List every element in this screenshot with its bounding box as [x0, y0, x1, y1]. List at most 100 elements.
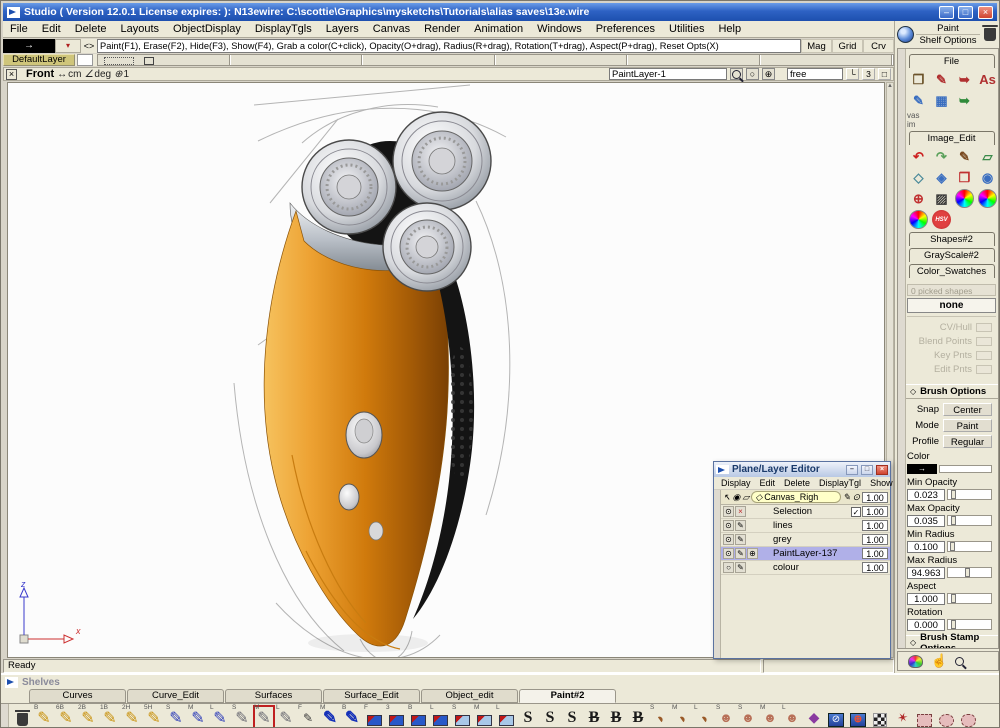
shelf-tool[interactable]: M✎	[253, 705, 275, 728]
shelf-tool[interactable]	[957, 705, 979, 728]
palette-icon[interactable]	[908, 655, 923, 668]
menu-item[interactable]: Edit	[760, 478, 776, 488]
shelf-tool[interactable]: F✎	[297, 705, 319, 728]
shelf-tool[interactable]: F	[363, 705, 385, 728]
shelf-title[interactable]: Paint	[916, 23, 980, 35]
prompt-input[interactable]	[97, 39, 801, 53]
corner-button[interactable]: └	[846, 68, 859, 80]
shelf-slot[interactable]	[628, 55, 761, 65]
shelf-slot[interactable]	[761, 55, 894, 65]
slider-track[interactable]	[947, 593, 992, 604]
menu-item[interactable]: Display	[721, 478, 751, 488]
slider-thumb[interactable]	[950, 542, 955, 551]
shelf-tool[interactable]: M✎	[319, 705, 341, 728]
target-icon[interactable]: ◉	[733, 492, 741, 503]
selection-circle-icon[interactable]: ○	[746, 68, 759, 80]
shelf-tool[interactable]: S✎	[231, 705, 253, 728]
pan-icon[interactable]: ⊕	[762, 68, 775, 80]
tool-dropdown-button[interactable]: ▾	[55, 39, 81, 53]
panel-icon[interactable]: ↶	[907, 146, 930, 167]
layer-opacity[interactable]: 1.00	[862, 562, 888, 573]
trash-icon[interactable]	[984, 28, 996, 41]
panel-icon[interactable]: ◈	[930, 167, 953, 188]
shelf-tool[interactable]: S☻	[737, 705, 759, 728]
minimize-button[interactable]: –	[939, 6, 954, 19]
layer-opacity[interactable]: 1.00	[862, 534, 888, 545]
panel-icon[interactable]	[955, 189, 974, 208]
layer-row-selected[interactable]: ⊙ ✎ ⊕ PaintLayer-137 1.00	[721, 547, 890, 561]
menu-item[interactable]: Layers	[319, 22, 366, 36]
brush-option-value[interactable]: Center	[943, 403, 992, 416]
globe-icon[interactable]	[897, 26, 914, 43]
eye-closed-icon[interactable]: ○	[723, 562, 734, 573]
shelf-tool[interactable]: S	[517, 705, 539, 728]
shelf-tool[interactable]	[869, 705, 891, 728]
zoom-icon[interactable]	[730, 68, 743, 80]
panel-icon[interactable]: ✎	[953, 146, 976, 167]
slider-track[interactable]	[947, 567, 992, 578]
eye-icon[interactable]: ⊙	[723, 520, 734, 531]
shelves-titlebar[interactable]: Shelves	[1, 675, 1000, 689]
shelf-tool[interactable]: S	[561, 705, 583, 728]
panel-icon[interactable]: ▱	[976, 146, 999, 167]
page-button[interactable]: 3	[862, 68, 875, 80]
collapse-icon[interactable]: ◇	[910, 387, 916, 396]
shelf-tool[interactable]: S	[451, 705, 473, 728]
canvas-opacity[interactable]: 1.00	[862, 492, 888, 503]
layer-row[interactable]: ⊙ ✎ grey 1.00	[721, 533, 890, 547]
eye-icon[interactable]: ⊙	[723, 506, 734, 517]
shelf-tool[interactable]: M✎	[187, 705, 209, 728]
shelf-tool[interactable]: S☻	[715, 705, 737, 728]
slider-track[interactable]	[947, 489, 992, 500]
menu-item[interactable]: Help	[711, 22, 748, 36]
layer-editor-titlebar[interactable]: Plane/Layer Editor – □ ×	[714, 462, 890, 477]
menu-item[interactable]: DisplayTgls	[248, 22, 319, 36]
shelf-tool[interactable]: L☻	[781, 705, 803, 728]
shelf-tool[interactable]: ⊘	[825, 705, 847, 728]
color-slider[interactable]	[939, 465, 992, 473]
slider-track[interactable]	[947, 619, 992, 630]
shelf-tool[interactable]	[935, 705, 957, 728]
slider-thumb[interactable]	[951, 620, 956, 629]
panel-icon[interactable]: ⊕	[907, 188, 930, 209]
shape-tab[interactable]: GrayScale#2	[909, 248, 995, 262]
shelf-tool[interactable]: ⊕	[847, 705, 869, 728]
plane-icon[interactable]: ▱	[742, 492, 749, 503]
layer-row[interactable]: ⊙ ✎ lines 1.00	[721, 519, 890, 533]
pick-cursor-icon[interactable]: ↖	[723, 492, 731, 503]
layer-opacity[interactable]: 1.00	[862, 506, 888, 517]
shelf-tool[interactable]	[11, 705, 33, 728]
panel-icon[interactable]: ✎	[907, 90, 930, 111]
slider-thumb[interactable]	[951, 594, 956, 603]
canvas-row[interactable]: ↖ ◉ ▱ ◇Canvas_Righ ✎ ⊙ 1.00	[721, 490, 890, 505]
layer-color-box[interactable]	[77, 54, 93, 66]
layer-name[interactable]: PaintLayer-137	[759, 548, 861, 559]
slider-thumb[interactable]	[951, 516, 956, 525]
layer-name[interactable]: colour	[759, 562, 861, 573]
menu-item[interactable]: Render	[417, 22, 467, 36]
view-toggle-button[interactable]: Grid	[832, 39, 863, 53]
title-bar[interactable]: Studio ( Version 12.0.1 License expires:…	[3, 3, 997, 21]
shelf-tool[interactable]: S◗	[649, 705, 671, 728]
magnifier-icon[interactable]	[955, 657, 964, 666]
shelf-tool[interactable]: 6B✎	[55, 705, 77, 728]
panel-icon[interactable]: ▨	[930, 188, 953, 209]
menu-item[interactable]: Animation	[467, 22, 530, 36]
panel-icon[interactable]: ↷	[930, 146, 953, 167]
paint-layer-field[interactable]	[609, 68, 727, 80]
brush-icon[interactable]: ✎	[735, 520, 746, 531]
shelf-tool[interactable]: 1B✎	[99, 705, 121, 728]
menu-item[interactable]: Layouts	[114, 22, 167, 36]
brush-icon[interactable]: ✎	[843, 492, 851, 503]
layer-name[interactable]: Selection	[759, 506, 850, 517]
shelf-tool[interactable]: 2H✎	[121, 705, 143, 728]
shelf-tool[interactable]: L	[429, 705, 451, 728]
slider-thumb[interactable]	[965, 568, 970, 577]
pick-mode-button[interactable]: none	[907, 298, 996, 313]
panel-icon[interactable]: ➥	[953, 69, 976, 90]
panel-icon[interactable]: ◉	[976, 167, 999, 188]
layer-row[interactable]: ○ ✎ colour 1.00	[721, 561, 890, 575]
viewport-name[interactable]: Front	[26, 68, 54, 80]
current-layer-button[interactable]: DefaultLayer	[3, 54, 75, 66]
minimize-button[interactable]: –	[846, 465, 858, 475]
